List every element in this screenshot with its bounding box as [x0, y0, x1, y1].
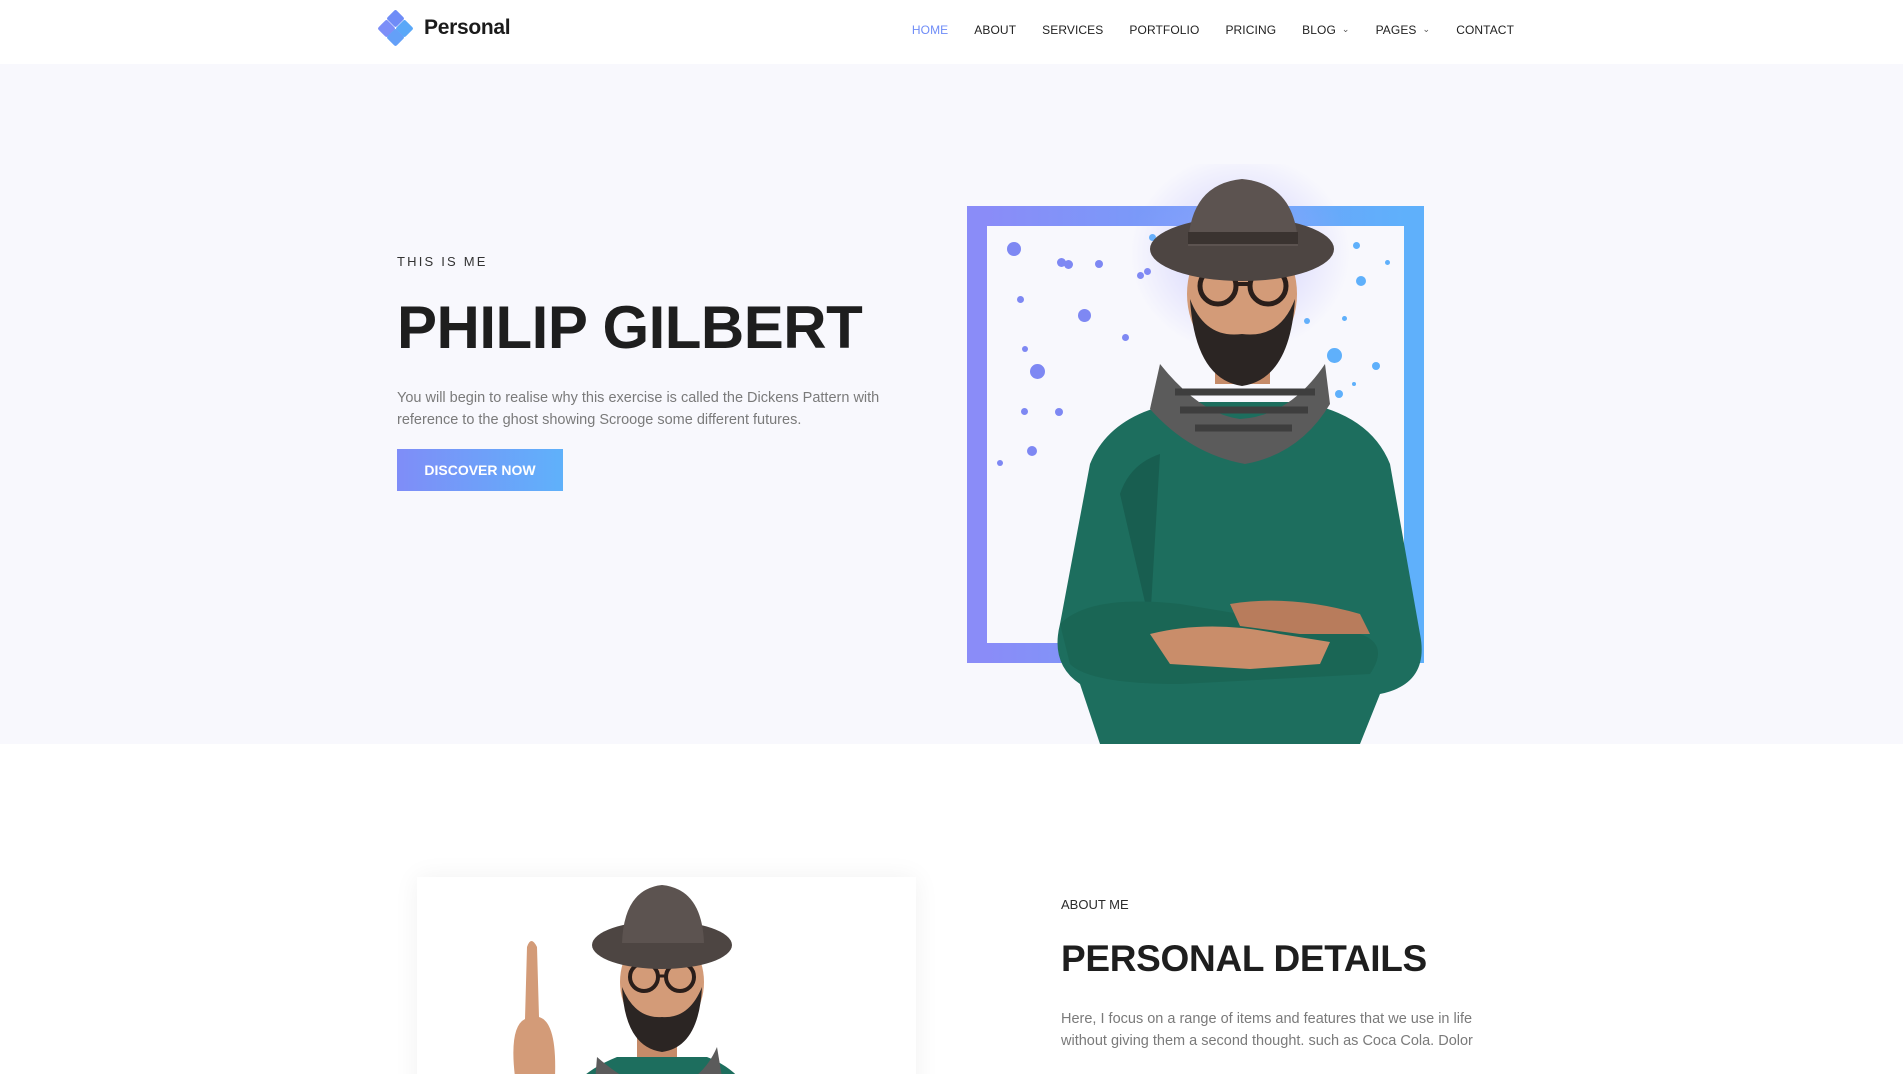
hero-section: THIS IS ME PHILIP GILBERT You will begin…	[0, 64, 1903, 744]
about-text-block: ABOUT ME PERSONAL DETAILS Here, I focus …	[1061, 897, 1521, 1052]
about-photo-card	[417, 877, 916, 1074]
site-header: Personal HOME ABOUT SERVICES PORTFOLIO P…	[0, 0, 1903, 64]
about-title: PERSONAL DETAILS	[1061, 938, 1427, 979]
nav-portfolio[interactable]: PORTFOLIO	[1129, 23, 1199, 37]
nav-contact[interactable]: CONTACT	[1456, 23, 1514, 37]
nav-about[interactable]: ABOUT	[974, 23, 1016, 37]
nav-services[interactable]: SERVICES	[1042, 23, 1103, 37]
nav-home[interactable]: HOME	[912, 23, 948, 37]
brand-name: Personal	[424, 16, 511, 39]
hero-description: You will begin to realise why this exerc…	[397, 390, 880, 428]
discover-now-button[interactable]: DISCOVER NOW	[397, 449, 563, 491]
hero-title: PHILIP GILBERT	[397, 294, 863, 361]
brand-logo[interactable]: Personal	[377, 9, 511, 47]
nav-blog[interactable]: BLOG ⌄	[1302, 23, 1349, 37]
nav-portfolio-label: PORTFOLIO	[1129, 23, 1200, 37]
hero-eyebrow: THIS IS ME	[397, 254, 488, 269]
nav-pages-label: PAGES	[1375, 23, 1417, 37]
hero-text-block: THIS IS ME PHILIP GILBERT You will begin…	[397, 254, 937, 491]
nav-home-label: HOME	[911, 23, 949, 37]
nav-pricing-label: PRICING	[1225, 23, 1277, 37]
nav-blog-label: BLOG	[1302, 23, 1336, 37]
nav-services-label: SERVICES	[1042, 23, 1104, 37]
about-eyebrow: ABOUT ME	[1061, 897, 1129, 912]
about-portrait-image	[513, 885, 736, 1074]
nav-pages[interactable]: PAGES ⌄	[1376, 23, 1431, 37]
nav-contact-label: CONTACT	[1456, 23, 1514, 37]
nav-about-label: ABOUT	[974, 23, 1017, 37]
nav-pricing[interactable]: PRICING	[1225, 23, 1276, 37]
chevron-down-icon: ⌄	[1422, 23, 1431, 34]
main-nav: HOME ABOUT SERVICES PORTFOLIO PRICING BL…	[912, 0, 1514, 60]
chevron-down-icon: ⌄	[1341, 23, 1350, 34]
about-description: Here, I focus on a range of items and fe…	[1061, 1011, 1473, 1049]
diamond-cluster-logo-icon	[377, 9, 414, 47]
hero-portrait-image	[1057, 164, 1422, 744]
